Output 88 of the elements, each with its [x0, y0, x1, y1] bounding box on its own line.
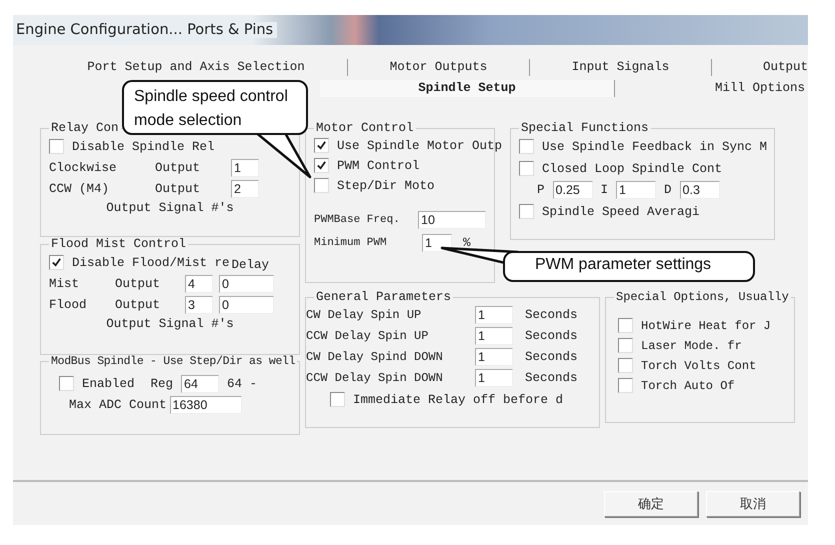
checkbox-label: Use Spindle Motor Outp — [337, 138, 502, 152]
output-name: Flood — [49, 298, 88, 312]
checkbox-label: Enabled — [82, 376, 135, 390]
output-name: CCW (M4) — [49, 182, 110, 196]
checkbox-label: Use Spindle Feedback in Sync M — [542, 140, 768, 154]
checkbox[interactable] — [330, 392, 345, 407]
tab[interactable]: Port Setup and Axis Selection — [45, 59, 348, 76]
checkbox-label: Closed Loop Spindle Cont — [542, 162, 722, 176]
dialog-button[interactable]: 取消 — [706, 491, 800, 517]
field-label: Reg — [150, 376, 174, 390]
field-label: CW Delay Spin UP — [306, 308, 422, 322]
field-label: P — [537, 183, 545, 197]
checkbox-label: PWM Control — [337, 158, 420, 172]
group-title: Special Options, Usually — [615, 290, 790, 304]
tab[interactable]: Input Signals — [530, 59, 712, 76]
checkbox[interactable] — [59, 376, 74, 391]
field-label: Max ADC Count — [69, 398, 167, 412]
dialog-button[interactable]: 确定 — [604, 491, 698, 517]
group-title: Relay Con — [50, 121, 120, 135]
output-label: Output — [115, 277, 162, 291]
unit-label: Seconds — [525, 371, 578, 385]
tab[interactable]: Mill Options — [615, 80, 805, 97]
checkbox[interactable] — [519, 204, 534, 219]
input-field[interactable]: 2 — [231, 180, 259, 198]
input-field[interactable]: 1 — [616, 181, 656, 199]
output-label: Output — [155, 161, 202, 175]
input-field[interactable]: 3 — [185, 296, 213, 314]
group-footer: Output Signal #'s — [49, 317, 291, 331]
input-field[interactable]: 64 — [181, 374, 220, 392]
group-title: ModBus Spindle - Use Step/Dir as well — [50, 355, 296, 368]
unit-label: Seconds — [525, 329, 578, 343]
unit-label: Seconds — [525, 350, 578, 364]
input-field[interactable]: 4 — [185, 275, 213, 293]
checkbox[interactable] — [618, 378, 633, 393]
checkbox-label: Immediate Relay off before d — [353, 392, 564, 406]
checkbox[interactable] — [49, 139, 64, 154]
checkbox[interactable] — [519, 139, 534, 154]
output-name: Mist — [49, 277, 80, 291]
input-field[interactable]: 0.3 — [680, 181, 720, 199]
unit-label: % — [463, 236, 471, 250]
group-title: Special Functions — [520, 121, 650, 135]
group-title: Flood Mist Control — [50, 237, 188, 251]
field-label: PWMBase Freq. — [314, 214, 401, 226]
field-label: Minimum PWM — [314, 237, 388, 249]
field-label: CCW Delay Spin UP — [306, 329, 430, 343]
checkbox-label: Torch Volts Cont — [641, 358, 756, 372]
checkbox[interactable] — [314, 158, 329, 173]
input-field[interactable]: 1 — [475, 327, 513, 345]
field-label: D — [664, 183, 672, 197]
input-field[interactable]: 10 — [418, 211, 486, 229]
checkbox[interactable] — [519, 161, 534, 176]
input-field[interactable]: 0 — [219, 275, 274, 293]
field-label: CW Delay Spind DOWN — [306, 350, 444, 364]
input-field[interactable]: 16380 — [170, 396, 242, 414]
checkbox-label: Disable Flood/Mist re — [72, 256, 230, 270]
group-title: General Parameters — [315, 290, 452, 304]
column-heading: Delay — [232, 258, 270, 272]
input-field[interactable]: 1 — [475, 348, 513, 366]
field-label: I — [600, 183, 608, 197]
input-field[interactable]: 1 — [475, 306, 513, 324]
group-footer: Output Signal #'s — [49, 201, 291, 215]
checkbox[interactable] — [618, 318, 633, 333]
tab[interactable]: Output — [712, 59, 808, 76]
input-field[interactable]: 1 — [475, 369, 513, 387]
checkbox-label: Laser Mode. fr — [641, 338, 742, 352]
checkbox[interactable] — [314, 178, 329, 193]
checkbox-label: HotWire Heat for J — [641, 318, 771, 332]
group-title: Motor Control — [315, 121, 415, 135]
output-name: Clockwise — [49, 161, 118, 175]
input-field[interactable]: 0 — [219, 296, 274, 314]
input-field[interactable]: 0.25 — [552, 181, 593, 199]
unit-label: Seconds — [525, 308, 578, 322]
input-field[interactable]: 1 — [231, 159, 259, 177]
checkbox[interactable] — [618, 338, 633, 353]
checkbox-label: Disable Spindle Rel — [72, 140, 215, 154]
output-label: Output — [115, 298, 162, 312]
checkbox-label: Step/Dir Moto — [337, 178, 435, 192]
checkbox[interactable] — [314, 138, 329, 153]
checkbox-label: Spindle Speed Averagi — [542, 204, 700, 218]
checkbox-label: Torch Auto Of — [641, 378, 735, 392]
checkbox[interactable] — [618, 358, 633, 373]
tab[interactable]: Motor Outputs — [348, 59, 530, 76]
tab[interactable]: Spindle Setup — [320, 80, 615, 97]
window-title: Engine Configuration... Ports & Pins — [16, 22, 278, 38]
field-suffix: 64 - — [227, 376, 258, 390]
field-label: CCW Delay Spin DOWN — [306, 371, 444, 385]
checkbox[interactable] — [49, 255, 64, 270]
output-label: Output — [155, 182, 202, 196]
